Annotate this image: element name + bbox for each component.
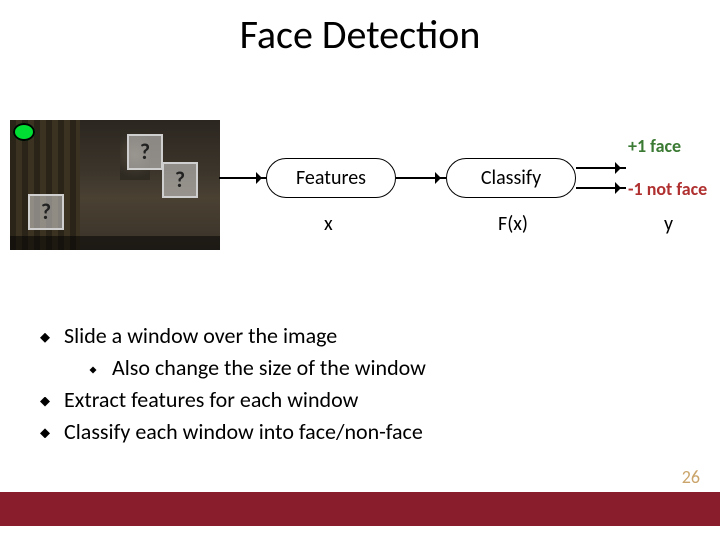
output-positive: +1 face [628, 135, 681, 157]
hud-counter-icon [13, 123, 35, 141]
sliding-window-2: ? [162, 162, 198, 198]
arrow-icon [576, 187, 626, 189]
page-title: Face Detection [0, 0, 720, 59]
variable-y: y [664, 212, 673, 236]
image-caption-bar [10, 236, 220, 250]
bullet-list: Slide a window over the imageAlso change… [40, 320, 680, 448]
variable-fx: F(x) [498, 212, 528, 236]
footer-bar [0, 492, 720, 526]
output-negative: -1 not face [628, 178, 707, 200]
classify-node: Classify [446, 158, 576, 198]
example-image: ? ? ? [10, 120, 220, 250]
list-item: Slide a window over the imageAlso change… [40, 320, 680, 384]
arrow-icon [576, 167, 626, 169]
list-item: Classify each window into face/non-face [40, 416, 680, 448]
list-item: Also change the size of the window [88, 352, 680, 384]
sliding-window-3: ? [28, 194, 64, 230]
arrow-icon [396, 177, 446, 179]
features-node: Features [266, 158, 396, 198]
pipeline-diagram: ? ? ? Features Classify +1 face -1 not f… [10, 120, 710, 290]
variable-x: x [324, 212, 333, 236]
sliding-window-1: ? [127, 134, 163, 170]
list-item: Extract features for each window [40, 384, 680, 416]
page-number: 26 [682, 466, 700, 488]
arrow-icon [219, 177, 267, 179]
